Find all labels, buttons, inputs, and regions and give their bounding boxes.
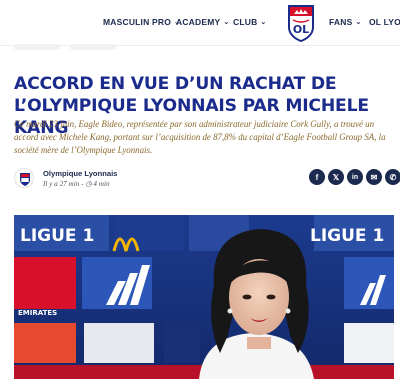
- email-share-button[interactable]: ✉: [366, 169, 382, 185]
- x-share-button[interactable]: 𝕏: [328, 169, 344, 185]
- backdrop-text: LIGUE 1: [20, 226, 94, 246]
- nav-item-fans[interactable]: FANS ⌄: [329, 17, 362, 27]
- top-navigation: MASCULIN PRO ⌄ ACADEMY ⌄ CLUB ⌄ OL FANS ⌄ OL…: [0, 0, 400, 46]
- chevron-down-icon: ⌄: [260, 19, 267, 26]
- nav-item-label: MASCULIN PRO: [103, 17, 172, 27]
- backdrop-text: EMIRATES: [18, 309, 57, 317]
- publish-meta: Il y a 27 min - ◷ 4 min: [43, 180, 110, 188]
- whatsapp-share-button[interactable]: ✆: [385, 169, 400, 185]
- logo-text: OL: [293, 23, 309, 36]
- nav-item-club[interactable]: CLUB ⌄: [233, 17, 267, 27]
- facebook-share-button[interactable]: f: [309, 169, 325, 185]
- nav-item-masculin-pro[interactable]: MASCULIN PRO ⌄: [103, 17, 180, 27]
- nav-item-label: ACADEMY: [176, 17, 221, 27]
- author-name[interactable]: Olympique Lyonnais: [43, 169, 117, 178]
- facebook-icon: f: [315, 172, 319, 182]
- nav-item-academy[interactable]: ACADEMY ⌄: [176, 17, 229, 27]
- avatar[interactable]: [14, 168, 34, 188]
- email-icon: ✉: [370, 172, 378, 182]
- ol-crest-icon: [20, 173, 30, 186]
- linkedin-share-button[interactable]: in: [347, 169, 363, 185]
- ol-crest-icon: OL: [288, 5, 314, 42]
- nav-item-label: FANS: [329, 17, 353, 27]
- whatsapp-icon: ✆: [389, 172, 397, 182]
- breadcrumb-pill[interactable]: [14, 44, 60, 50]
- backdrop-text: LIGUE 1: [310, 226, 384, 246]
- nav-item-label: CLUB: [233, 17, 258, 27]
- nav-item-label: OL LYON: [369, 17, 400, 27]
- ol-logo[interactable]: OL: [285, 3, 317, 43]
- category-pill[interactable]: [70, 44, 116, 50]
- x-twitter-icon: 𝕏: [332, 172, 340, 182]
- hero-photo: LIGUE 1 LIGUE 1 EMIRATES: [14, 215, 394, 379]
- linkedin-icon: in: [351, 173, 359, 181]
- article-lead: Ce mardi 23 juin, Eagle Bideo, représent…: [14, 119, 386, 155]
- nav-item-ol-lyon[interactable]: OL LYON: [369, 17, 400, 27]
- author-row: Olympique Lyonnais Il y a 27 min - ◷ 4 m…: [14, 166, 400, 192]
- press-conference-photo: LIGUE 1 LIGUE 1 EMIRATES: [14, 215, 394, 379]
- chevron-down-icon: ⌄: [355, 19, 362, 26]
- chevron-down-icon: ⌄: [223, 19, 230, 26]
